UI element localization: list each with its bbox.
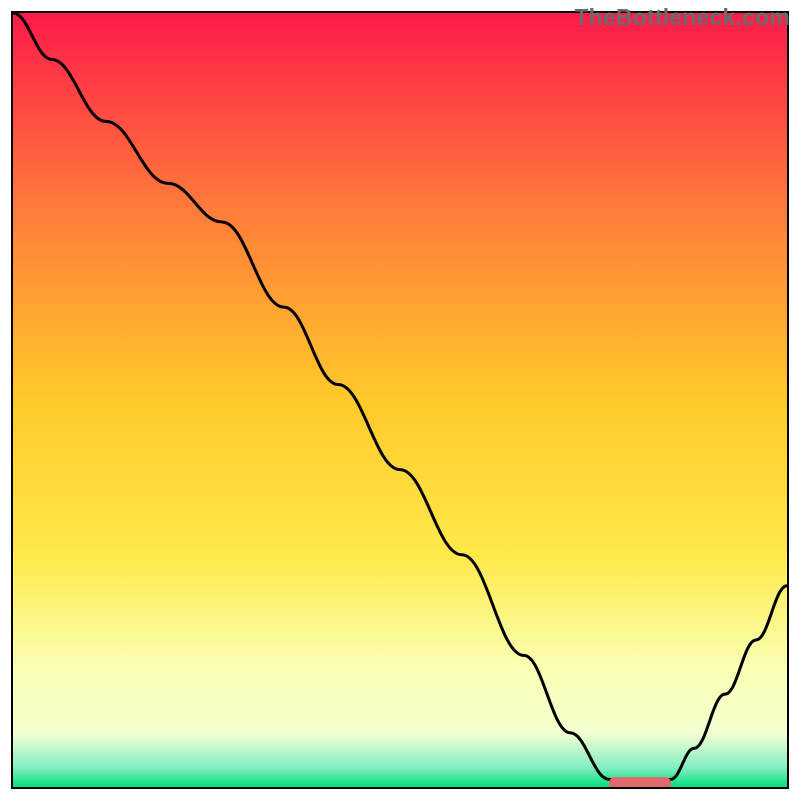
chart-frame <box>11 11 789 789</box>
watermark-text: TheBottleneck.com <box>574 4 790 31</box>
bottleneck-chart: TheBottleneck.com <box>0 0 800 800</box>
curve-layer <box>13 13 787 787</box>
optimal-region-marker <box>609 777 671 789</box>
bottleneck-curve <box>13 13 787 787</box>
